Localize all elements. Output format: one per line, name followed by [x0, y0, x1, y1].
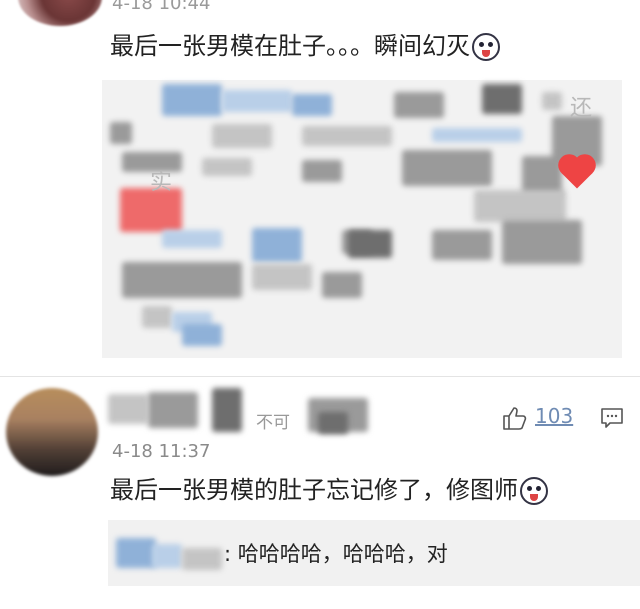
comment-text-content: 最后一张男模在肚子。。。瞬间幻灭 — [110, 32, 470, 60]
laughing-emoji-icon — [472, 33, 500, 61]
avatar[interactable] — [6, 388, 98, 476]
comment-timestamp: 4-18 10:44 — [112, 0, 211, 14]
comment-text: 最后一张男模在肚子。。。瞬间幻灭 — [110, 30, 500, 62]
blurred-screenshot-image[interactable]: 还 实 — [102, 80, 622, 358]
comment-text: 最后一张男模的肚子忘记修了，修图师 — [110, 474, 548, 506]
comment-timestamp: 4-18 11:37 — [112, 441, 211, 462]
avatar[interactable] — [18, 0, 102, 26]
like-count[interactable]: 103 — [535, 404, 573, 428]
reply-text: : 哈哈哈哈，哈哈哈，对 — [224, 542, 448, 566]
image-fragment-text: 实 — [150, 170, 173, 195]
image-fragment-text: 还 — [570, 96, 593, 121]
blurred-reply-username[interactable] — [112, 524, 230, 580]
divider — [0, 376, 640, 377]
comment-text-content: 最后一张男模的肚子忘记修了，修图师 — [110, 476, 518, 504]
laughing-emoji-icon — [520, 477, 548, 505]
blurred-username[interactable] — [108, 388, 398, 438]
thumbs-up-icon[interactable] — [501, 404, 529, 432]
comment-bubble-icon[interactable] — [600, 406, 624, 430]
username-fragment: 不可 — [256, 413, 290, 433]
